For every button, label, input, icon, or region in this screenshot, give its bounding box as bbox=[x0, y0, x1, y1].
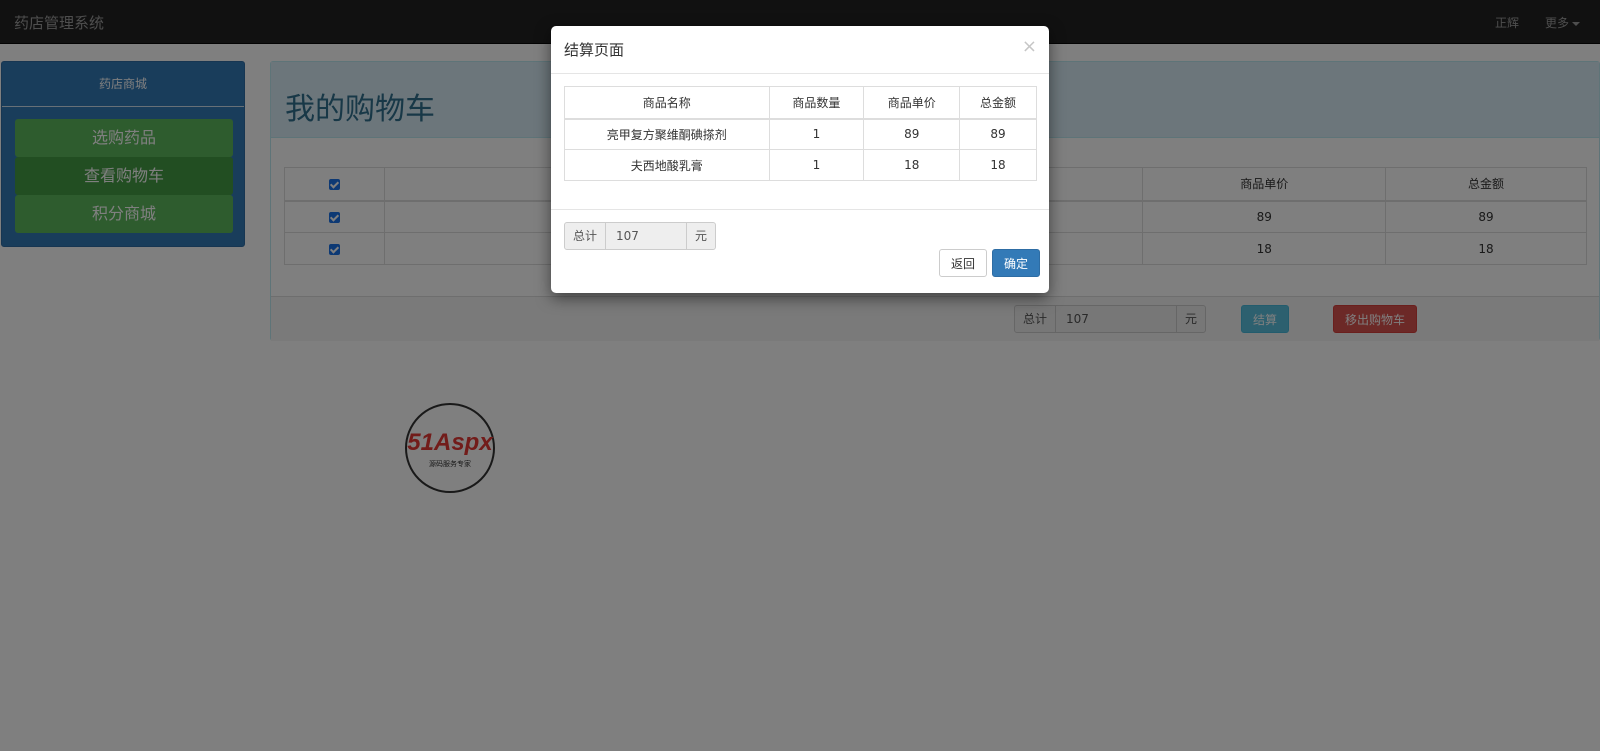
close-icon[interactable]: × bbox=[1022, 36, 1037, 57]
table-row: 亮甲复方聚维酮碘搽剂 1 89 89 bbox=[564, 118, 1037, 150]
row-product-name: 亮甲复方聚维酮碘搽剂 bbox=[564, 118, 770, 150]
row-quantity: 1 bbox=[768, 149, 865, 181]
back-button[interactable]: 返回 bbox=[939, 249, 988, 277]
header-total: 总金额 bbox=[959, 86, 1037, 119]
table-header-row: 商品名称 商品数量 商品单价 总金额 bbox=[564, 86, 1037, 119]
row-product-name: 夫西地酸乳膏 bbox=[564, 149, 770, 181]
modal-total-unit: 元 bbox=[686, 222, 717, 250]
header-quantity: 商品数量 bbox=[768, 86, 865, 119]
table-row: 夫西地酸乳膏 1 18 18 bbox=[564, 149, 1037, 181]
row-total: 89 bbox=[959, 118, 1037, 150]
modal-total-field[interactable]: 107 bbox=[606, 222, 687, 250]
modal-title: 结算页面 bbox=[564, 41, 625, 59]
modal-total-group: 总计 107 元 bbox=[564, 222, 717, 250]
modal-total-label: 总计 bbox=[564, 222, 607, 250]
modal-header: 结算页面 × bbox=[551, 26, 1049, 74]
confirm-button[interactable]: 确定 bbox=[992, 249, 1041, 277]
header-product-name: 商品名称 bbox=[564, 86, 770, 119]
checkout-table: 商品名称 商品数量 商品单价 总金额 亮甲复方聚维酮碘搽剂 1 89 89 夫西… bbox=[564, 86, 1037, 181]
row-total: 18 bbox=[959, 149, 1037, 181]
row-unit-price: 18 bbox=[863, 149, 961, 181]
checkout-modal: 结算页面 × 商品名称 商品数量 商品单价 总金额 亮甲复方聚维酮碘搽剂 1 8… bbox=[551, 26, 1049, 293]
header-unit-price: 商品单价 bbox=[863, 86, 961, 119]
modal-footer: 总计 107 元 返回 确定 bbox=[551, 209, 1049, 293]
row-quantity: 1 bbox=[768, 118, 865, 150]
row-unit-price: 89 bbox=[863, 118, 961, 150]
